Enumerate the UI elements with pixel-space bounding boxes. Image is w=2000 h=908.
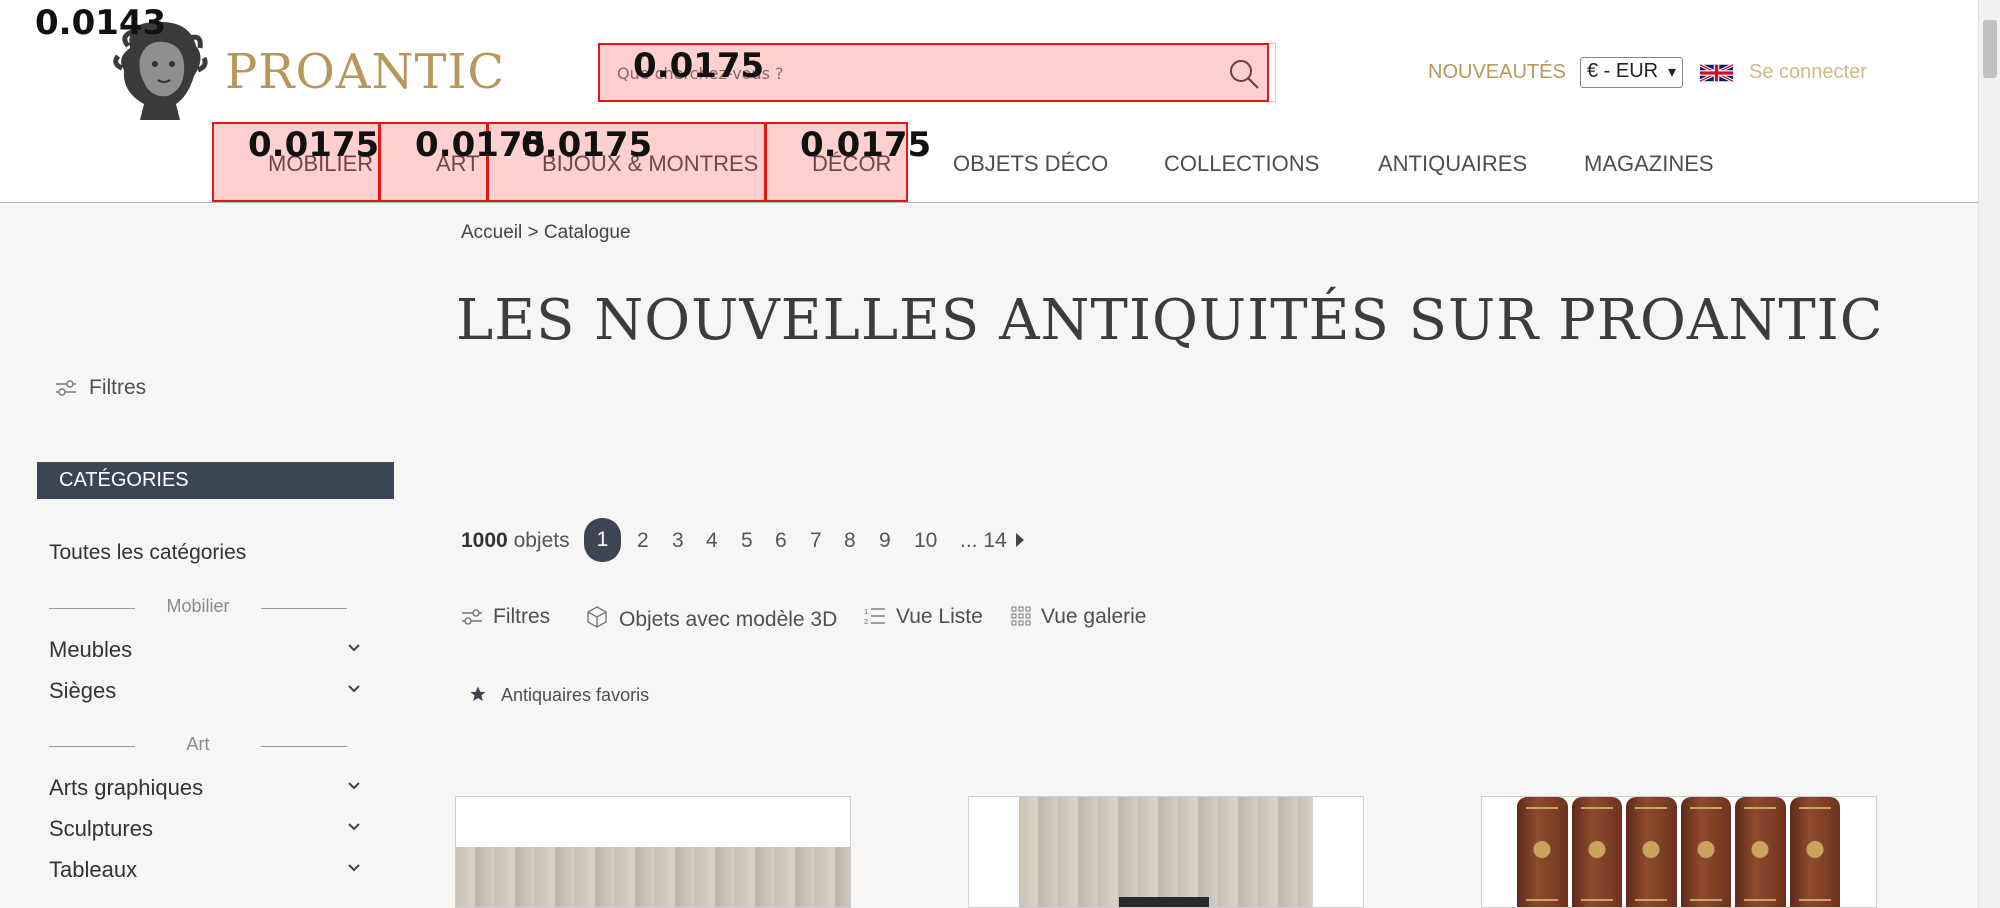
chevron-down-icon[interactable] (347, 684, 361, 694)
category-label: Arts graphiques (49, 775, 204, 800)
page-link[interactable]: 4 (706, 529, 718, 553)
list-view-icon: 1 2 (864, 608, 885, 626)
page-title: LES NOUVELLES ANTIQUITÉS SUR PROANTIC (456, 288, 1884, 353)
result-count: 1000 objets (461, 529, 570, 553)
filter-sliders-icon (462, 609, 482, 625)
chevron-down-icon[interactable] (347, 822, 361, 832)
nav-objets-deco[interactable]: OBJETS DÉCO (953, 151, 1108, 177)
category-tableaux[interactable]: Tableaux (49, 857, 365, 885)
page-link[interactable]: 8 (844, 529, 856, 553)
filters-button[interactable]: Filtres (461, 605, 550, 629)
result-count-unit: objets (513, 529, 570, 552)
product-card[interactable] (455, 796, 851, 908)
nav-magazines[interactable]: MAGAZINES (1584, 151, 1714, 177)
svg-text:2: 2 (864, 618, 868, 626)
currency-select[interactable]: € - EUR ▾ (1580, 57, 1683, 88)
list-view-label: Vue Liste (896, 605, 983, 628)
annotation-label-decor: 0.0175 (800, 125, 932, 165)
cube-3d-icon (587, 606, 607, 628)
sidebar-filters-label: Filtres (89, 376, 147, 399)
login-link[interactable]: Se connecter (1749, 61, 1867, 84)
filters-label: Filtres (493, 605, 551, 628)
chevron-down-icon[interactable] (347, 863, 361, 873)
gallery-view-button[interactable]: Vue galerie (1011, 605, 1146, 629)
product-image[interactable] (456, 847, 850, 907)
page-link[interactable]: 3 (672, 529, 684, 553)
annotation-label-mobilier: 0.0175 (248, 125, 380, 165)
product-card[interactable] (1481, 796, 1877, 908)
model-3d-label: Objets avec modèle 3D (619, 608, 838, 631)
page-link[interactable]: 10 (914, 529, 937, 553)
all-categories-link[interactable]: Toutes les catégories (49, 541, 246, 565)
book-spine (1789, 797, 1840, 907)
sidebar-filters-button[interactable]: Filtres (55, 376, 146, 400)
grid-view-icon (1011, 606, 1031, 626)
group-label-art: Art (49, 734, 347, 758)
category-label: Tableaux (49, 857, 138, 882)
nouveautes-link[interactable]: NOUVEAUTÉS (1428, 61, 1566, 84)
chevron-down-icon[interactable] (347, 643, 361, 653)
nav-antiquaires[interactable]: ANTIQUAIRES (1378, 151, 1527, 177)
product-object (1119, 897, 1209, 907)
category-arts-graphiques[interactable]: Arts graphiques (49, 775, 365, 803)
breadcrumb[interactable]: Accueil > Catalogue (461, 222, 631, 244)
star-icon (470, 686, 486, 702)
nav-collections[interactable]: COLLECTIONS (1164, 151, 1319, 177)
product-image[interactable] (1019, 797, 1313, 907)
next-page-icon[interactable] (1016, 533, 1024, 547)
book-spine (1735, 797, 1786, 907)
category-label: Meubles (49, 637, 133, 662)
book-spine (1626, 797, 1677, 907)
page-1-active[interactable]: 1 (584, 518, 621, 562)
product-card[interactable] (968, 796, 1364, 908)
favorite-dealers-label: Antiquaires favoris (501, 685, 650, 705)
annotation-label-search: 0.0175 (633, 46, 765, 86)
chevron-down-icon: ▾ (1667, 64, 1676, 81)
result-count-value: 1000 (461, 529, 508, 552)
svg-text:1: 1 (864, 608, 868, 616)
book-spine (1517, 797, 1568, 907)
favorite-dealers-filter[interactable]: Antiquaires favoris (469, 685, 649, 706)
annotation-label-logo: 0.0143 (35, 3, 167, 43)
category-label: Sièges (49, 678, 117, 703)
page-scrollbar[interactable] (1978, 0, 2000, 908)
gallery-view-label: Vue galerie (1041, 605, 1147, 628)
categories-header: CATÉGORIES (37, 462, 394, 499)
page-link-last[interactable]: ... 14 (960, 529, 1007, 553)
chevron-down-icon[interactable] (347, 781, 361, 791)
currency-value: € - EUR (1587, 60, 1659, 82)
category-label: Sculptures (49, 816, 153, 841)
filter-sliders-icon (56, 380, 76, 396)
category-sieges[interactable]: Sièges (49, 678, 365, 706)
category-sculptures[interactable]: Sculptures (49, 816, 365, 844)
product-image[interactable] (1517, 797, 1844, 907)
book-spine (1571, 797, 1622, 907)
list-view-button[interactable]: 1 2 Vue Liste (864, 605, 983, 629)
model-3d-filter-button[interactable]: Objets avec modèle 3D (585, 605, 837, 632)
page-link[interactable]: 2 (637, 529, 649, 553)
page-link[interactable]: 5 (741, 529, 753, 553)
annotation-label-bijoux: 0.0175 (521, 125, 653, 165)
page-link[interactable]: 9 (879, 529, 891, 553)
scrollbar-thumb[interactable] (1983, 20, 1997, 78)
category-meubles[interactable]: Meubles (49, 637, 365, 665)
group-label-mobilier: Mobilier (49, 596, 347, 620)
page-link[interactable]: 6 (775, 529, 787, 553)
book-spine (1680, 797, 1731, 907)
uk-flag-icon[interactable] (1700, 61, 1733, 85)
logo-wordmark[interactable]: PROANTIC (225, 44, 505, 100)
page-link[interactable]: 7 (810, 529, 822, 553)
